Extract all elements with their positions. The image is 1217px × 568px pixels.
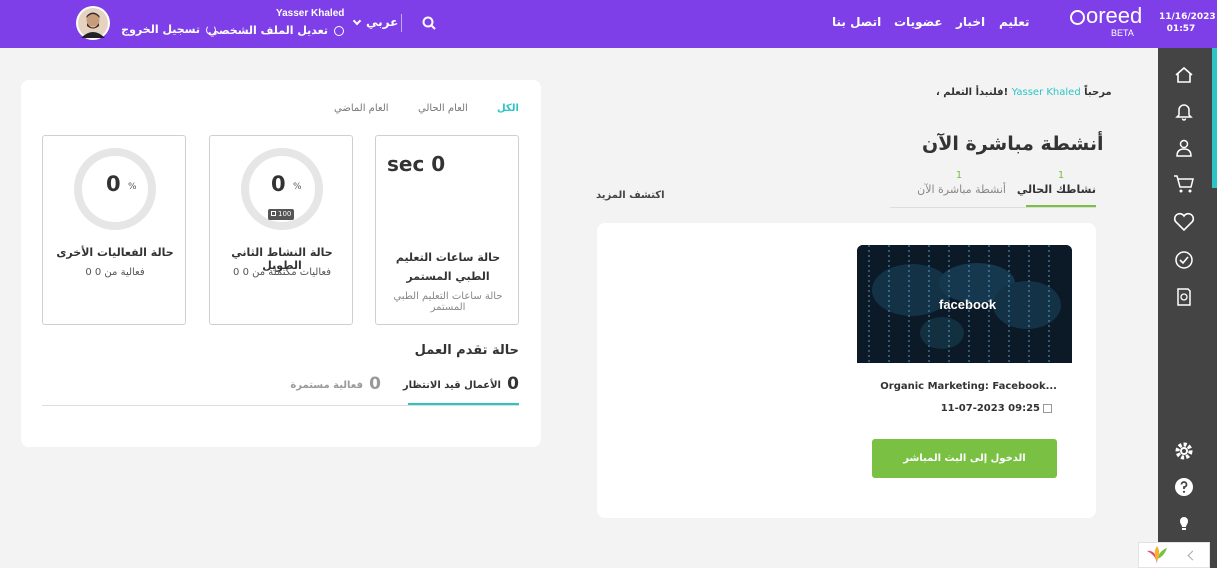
filter-current-year[interactable]: العام الحالي bbox=[418, 103, 468, 114]
nav-item-education[interactable]: تعليم bbox=[999, 15, 1030, 29]
tab-label: أنشطة مباشرة الآن bbox=[917, 183, 1006, 196]
edit-profile-label: تعديل الملف الشخصي bbox=[207, 24, 328, 37]
stat-title: حالة ساعات التعليم الطبي المستمر bbox=[395, 251, 501, 283]
logo-text: oreed bbox=[1086, 3, 1143, 28]
divider bbox=[401, 14, 402, 32]
gauge-unit: % bbox=[128, 182, 137, 192]
avatar[interactable] bbox=[76, 6, 110, 40]
lightbulb-icon[interactable] bbox=[1170, 509, 1198, 537]
stat-box-cme-hours: sec 0 حالة ساعات التعليم الطبي المستمر ح… bbox=[375, 135, 519, 325]
enter-live-label: الدخول إلى البث المباشر bbox=[903, 453, 1026, 464]
stats-card: الكل العام الحالي العام الماضي sec 0 حال… bbox=[21, 80, 541, 447]
language-label: عربي bbox=[366, 15, 399, 29]
page-title: أنشطة مباشرة الآن bbox=[922, 133, 1104, 155]
tab-count: 1 bbox=[955, 170, 963, 181]
bottom-widget bbox=[1138, 542, 1210, 568]
beta-badge: BETA bbox=[1111, 28, 1134, 38]
gauge-badge: 100 bbox=[268, 209, 295, 220]
help-icon[interactable] bbox=[1170, 473, 1198, 501]
stat-box-other-events: 0 % حالة الفعاليات الأخرى 0 فعالية من 0 bbox=[42, 135, 186, 325]
gauge-value: 0 bbox=[271, 172, 286, 196]
sidebar bbox=[1158, 48, 1217, 568]
live-activity-card: facebook Organic Marketing: Facebook... … bbox=[597, 223, 1096, 518]
gauge-unit: % bbox=[293, 182, 302, 192]
cart-icon[interactable] bbox=[1170, 170, 1198, 198]
activity-title: Organic Marketing: Facebook... bbox=[880, 381, 1057, 392]
tabs-baseline bbox=[890, 207, 1096, 208]
stat-title: حالة الفعاليات الأخرى bbox=[56, 246, 174, 259]
greeting-suffix: ، فلنبدأ التعلم! bbox=[936, 87, 1009, 98]
logout-label: تسجيل الخروج bbox=[121, 23, 200, 36]
search-icon[interactable] bbox=[422, 15, 438, 31]
language-select[interactable]: عربي bbox=[352, 15, 398, 33]
bell-icon[interactable] bbox=[1170, 97, 1198, 125]
gear-icon[interactable] bbox=[1170, 437, 1198, 465]
logout-link[interactable]: تسجيل الخروج bbox=[121, 23, 216, 39]
heart-icon[interactable] bbox=[1170, 208, 1198, 236]
logo[interactable]: oreed BETA bbox=[1070, 3, 1143, 42]
chevron-left-icon[interactable] bbox=[1187, 550, 1198, 561]
user-badge-icon[interactable] bbox=[1170, 134, 1198, 162]
facebook-logo-text: facebook bbox=[939, 297, 997, 312]
filter-all[interactable]: الكل bbox=[497, 103, 519, 114]
power-icon bbox=[206, 25, 216, 35]
tab-count: 0 bbox=[369, 374, 381, 394]
edit-profile-link[interactable]: تعديل الملف الشخصي bbox=[208, 24, 344, 40]
check-badge-icon[interactable] bbox=[1170, 246, 1198, 274]
tab-count: 1 bbox=[1057, 170, 1065, 181]
nav-item-contact[interactable]: اتصل بنا bbox=[832, 15, 881, 29]
user-circle-icon bbox=[334, 26, 344, 36]
date-text: 11/16/2023 bbox=[1159, 12, 1216, 22]
tab-ongoing-events[interactable]: 0 فعالية مستمرة bbox=[290, 374, 381, 406]
top-header: 11/16/2023 01:57 oreed BETA تعليم اخبار … bbox=[0, 0, 1217, 48]
stat-value: sec 0 bbox=[387, 152, 446, 176]
tab-label: الأعمال قيد الانتظار bbox=[402, 380, 501, 391]
discover-more-link[interactable]: اكتشف المزيد bbox=[596, 190, 665, 201]
scroll-indicator bbox=[1212, 48, 1217, 188]
tab-live-now[interactable]: 1 أنشطة مباشرة الآن bbox=[912, 170, 1006, 208]
chevron-down-icon bbox=[352, 16, 362, 26]
datetime: 11/16/2023 01:57 bbox=[1159, 11, 1216, 35]
greeting: ، فلنبدأ التعلم! Yasser Khaled مرحباً bbox=[936, 87, 1112, 98]
time-text: 01:57 bbox=[1166, 24, 1196, 34]
user-name: Yasser Khaled bbox=[276, 8, 345, 19]
tabs-baseline bbox=[42, 405, 519, 406]
brand-logo-icon[interactable] bbox=[1145, 545, 1169, 567]
badge-text: 100 bbox=[278, 210, 292, 218]
stat-subtitle: 0 فعالية من 0 bbox=[85, 267, 145, 278]
tab-count: 0 bbox=[507, 374, 519, 394]
gauge-value: 0 bbox=[106, 172, 121, 196]
tab-current-activity[interactable]: 1 نشاطك الحالي bbox=[1017, 170, 1096, 208]
certificate-icon[interactable] bbox=[1170, 283, 1198, 311]
activity-date: 11-07-2023 09:25 bbox=[937, 403, 1052, 417]
progress-section-title: حالة تقدم العمل bbox=[414, 343, 519, 358]
greeting-prefix: مرحباً bbox=[1084, 87, 1112, 98]
activity-date-text: 11-07-2023 09:25 bbox=[940, 403, 1040, 414]
stat-subtitle: حالة ساعات التعليم الطبي المستمر bbox=[393, 291, 503, 313]
badge-icon bbox=[271, 211, 276, 216]
activity-thumbnail[interactable]: facebook bbox=[857, 245, 1072, 363]
stat-box-long-activity: 0 % 100 حالة النشاط الثاني الطويل 0 فعال… bbox=[209, 135, 353, 325]
enter-live-button[interactable]: الدخول إلى البث المباشر bbox=[872, 439, 1057, 478]
stat-subtitle: 0 فعاليات مكتملة من 0 bbox=[233, 267, 331, 278]
tab-pending-work[interactable]: 0 الأعمال قيد الانتظار bbox=[403, 374, 519, 406]
filter-last-year[interactable]: العام الماضي bbox=[334, 103, 389, 114]
nav-item-memberships[interactable]: عضويات bbox=[894, 15, 943, 29]
logo-icon bbox=[1070, 10, 1085, 25]
calendar-icon bbox=[1043, 404, 1052, 413]
tab-label: نشاطك الحالي bbox=[1016, 183, 1096, 196]
avatar-photo bbox=[78, 8, 108, 38]
home-icon[interactable] bbox=[1170, 61, 1198, 89]
nav-item-news[interactable]: اخبار bbox=[956, 15, 985, 29]
greeting-name: Yasser Khaled bbox=[1011, 87, 1081, 98]
tab-label: فعالية مستمرة bbox=[290, 380, 363, 391]
